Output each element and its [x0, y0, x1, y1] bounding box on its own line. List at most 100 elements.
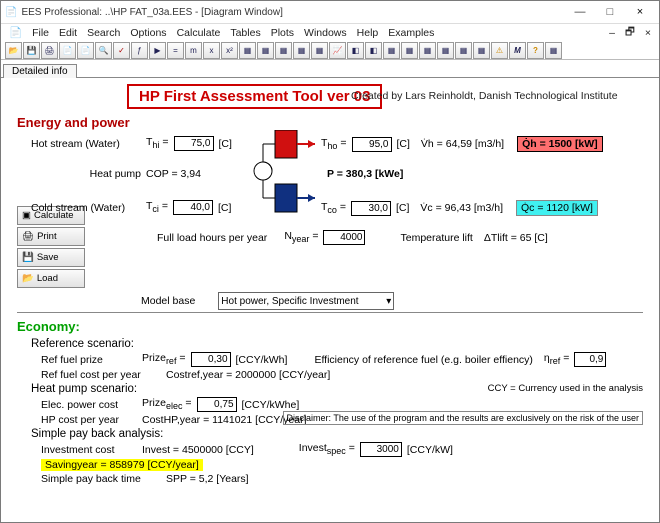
- tb-open[interactable]: 📂: [5, 42, 22, 59]
- inv-spec-input[interactable]: [360, 442, 402, 457]
- tb-u4[interactable]: ▦: [401, 42, 418, 59]
- tb-t5[interactable]: ▦: [311, 42, 328, 59]
- app-icon: 📄: [5, 7, 17, 18]
- minimize-button[interactable]: —: [565, 6, 595, 18]
- inv-label: Investment cost: [41, 444, 137, 456]
- payback-analysis: Simple pay back analysis: Investment cos…: [31, 428, 643, 485]
- temp-lift-label: Temperature lift: [400, 232, 472, 244]
- hp-cost-label: HP cost per year: [41, 414, 137, 426]
- tb-find[interactable]: 🔍: [95, 42, 112, 59]
- tb-plot[interactable]: 📈: [329, 42, 346, 59]
- tb-tile[interactable]: ▦: [545, 42, 562, 59]
- tb-x[interactable]: x: [203, 42, 220, 59]
- Tho-unit: [C]: [397, 138, 410, 150]
- load-button[interactable]: 📂Load: [17, 269, 85, 288]
- tb-u1[interactable]: ◧: [347, 42, 364, 59]
- ref-fuel-prize-input[interactable]: [191, 352, 231, 367]
- hp-scenario: Heat pump scenario: Elec. power cost Pri…: [31, 383, 643, 426]
- tb-x2[interactable]: x²: [221, 42, 238, 59]
- Tco-unit: [C]: [396, 202, 409, 214]
- save-button[interactable]: 💾Save: [17, 248, 85, 267]
- mdi-close[interactable]: ×: [641, 26, 655, 40]
- tb-t3[interactable]: ▦: [275, 42, 292, 59]
- tb-u6[interactable]: ▦: [437, 42, 454, 59]
- full-load-label: Full load hours per year: [157, 232, 267, 244]
- section-economy: Economy:: [17, 319, 643, 334]
- menu-edit[interactable]: Edit: [55, 26, 81, 40]
- saving-badge: Savingyear = 858979 [CCY/year]: [41, 459, 203, 471]
- section-energy: Energy and power: [17, 115, 643, 130]
- menubar: 📄 File Edit Search Options Calculate Tab…: [1, 24, 659, 41]
- menu-search[interactable]: Search: [83, 26, 124, 40]
- Tci-unit: [C]: [218, 202, 231, 214]
- elec-cost-input[interactable]: [197, 397, 237, 412]
- Vc-value: V̇c = 96,43 [m3/h]: [420, 202, 503, 214]
- tb-t4[interactable]: ▦: [293, 42, 310, 59]
- Nyear-input[interactable]: [323, 230, 365, 245]
- maximize-button[interactable]: □: [595, 6, 625, 18]
- tab-detailed-info[interactable]: Detailed info: [3, 64, 77, 78]
- tb-help[interactable]: ?: [527, 42, 544, 59]
- heatpump-label: Heat pump: [31, 168, 141, 180]
- temp-lift-value: ΔTlift = 65 [C]: [484, 232, 548, 244]
- tb-u8[interactable]: ▦: [473, 42, 490, 59]
- model-base-select[interactable]: Hot power, Specific Investment ▾: [218, 292, 394, 310]
- menu-calculate[interactable]: Calculate: [173, 26, 225, 40]
- menu-help[interactable]: Help: [353, 26, 383, 40]
- tb-u2[interactable]: ◧: [365, 42, 382, 59]
- ref-title: Reference scenario:: [31, 338, 643, 350]
- menu-windows[interactable]: Windows: [300, 26, 351, 40]
- hot-stream-label: Hot stream (Water): [31, 138, 141, 150]
- menu-options[interactable]: Options: [126, 26, 170, 40]
- menu-file[interactable]: File: [28, 26, 53, 40]
- tb-solve[interactable]: =: [167, 42, 184, 59]
- tb-t1[interactable]: ▦: [239, 42, 256, 59]
- tb-u3[interactable]: ▦: [383, 42, 400, 59]
- menu-plots[interactable]: Plots: [267, 26, 298, 40]
- cop-value: COP = 3,94: [146, 168, 201, 180]
- mdi-restore[interactable]: 🗗: [621, 24, 639, 42]
- disclaimer: Disclaimer: The use of the program and t…: [283, 411, 644, 425]
- app-window: 📄 EES Professional: ..\HP FAT_03a.EES - …: [0, 0, 660, 523]
- mdi-min[interactable]: –: [605, 26, 619, 40]
- ref-eff-label: Efficiency of reference fuel (e.g. boile…: [314, 354, 532, 366]
- spp-value: SPP = 5,2 [Years]: [166, 473, 249, 485]
- tb-print[interactable]: 🖨: [41, 42, 58, 59]
- Tco-input[interactable]: [351, 201, 391, 216]
- mdi-icon: 📄: [5, 25, 26, 40]
- menu-examples[interactable]: Examples: [384, 26, 438, 40]
- tb-min[interactable]: m: [185, 42, 202, 59]
- window-title: EES Professional: ..\HP FAT_03a.EES - [D…: [21, 7, 282, 18]
- tb-u5[interactable]: ▦: [419, 42, 436, 59]
- inv-value: Invest = 4500000 [CCY]: [142, 444, 254, 456]
- titlebar: 📄 EES Professional: ..\HP FAT_03a.EES - …: [1, 1, 659, 24]
- tb-doc1[interactable]: 📄: [59, 42, 76, 59]
- Thi-input[interactable]: [174, 136, 214, 151]
- Tho-label: Tho =: [321, 137, 347, 151]
- tb-check[interactable]: ✓: [113, 42, 130, 59]
- Vh-value: V̇h = 64,59 [m3/h]: [421, 138, 504, 150]
- toolbar: 📂 💾 🖨 📄 📄 🔍 ✓ ƒ ▶ = m x x² ▦ ▦ ▦ ▦ ▦ 📈 ◧…: [1, 41, 659, 60]
- ref-eff-input[interactable]: [574, 352, 606, 367]
- Tci-input[interactable]: [173, 200, 213, 215]
- print-button[interactable]: 🖨Print: [17, 227, 85, 246]
- tb-doc2[interactable]: 📄: [77, 42, 94, 59]
- Thi-unit: [C]: [219, 138, 232, 150]
- Tci-label: Tci =: [146, 200, 168, 214]
- app-title: HP First Assessment Tool ver 03: [127, 84, 382, 109]
- close-button[interactable]: ×: [625, 6, 655, 18]
- tb-save[interactable]: 💾: [23, 42, 40, 59]
- tb-warn[interactable]: ⚠: [491, 42, 508, 59]
- ref-fuel-cost-value: Costref,year = 2000000 [CCY/year]: [166, 369, 330, 381]
- menu-tables[interactable]: Tables: [226, 26, 264, 40]
- tb-run[interactable]: ▶: [149, 42, 166, 59]
- tb-t2[interactable]: ▦: [257, 42, 274, 59]
- tb-u7[interactable]: ▦: [455, 42, 472, 59]
- P-value: P = 380,3 [kWe]: [327, 168, 403, 180]
- Thi-label: Thi =: [146, 136, 169, 150]
- Tho-input[interactable]: [352, 137, 392, 152]
- tb-m[interactable]: M: [509, 42, 526, 59]
- ref-fuel-prize-label: Ref fuel prize: [41, 354, 137, 366]
- tb-func[interactable]: ƒ: [131, 42, 148, 59]
- spp-label: Simple pay back time: [41, 473, 161, 485]
